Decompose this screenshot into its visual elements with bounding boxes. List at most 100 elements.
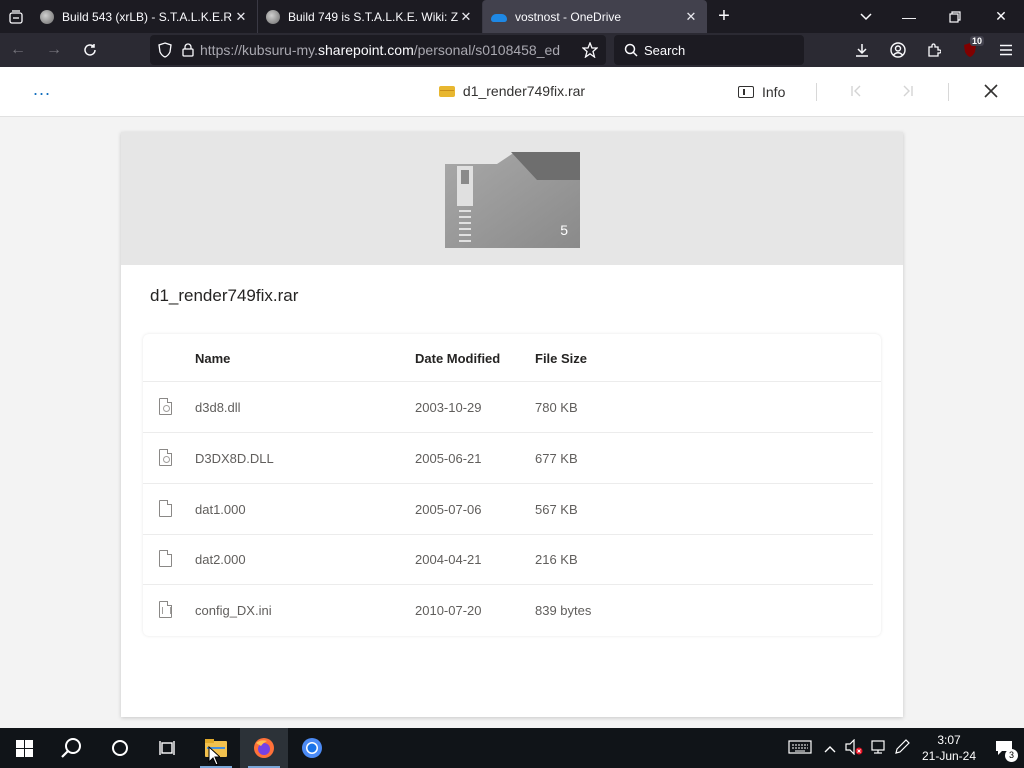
url-text: https://kubsuru-my.sharepoint.com/person…	[200, 42, 582, 58]
archive-item-count: 5	[560, 222, 568, 238]
close-icon	[984, 84, 998, 98]
url-domain: sharepoint.com	[318, 42, 414, 58]
browser-tab-strip: Build 543 (xrLB) - S.T.A.L.K.E.R. Wiki ✕…	[0, 0, 1024, 33]
download-icon	[856, 44, 868, 57]
notification-count-badge: 3	[1005, 749, 1018, 762]
touch-keyboard-icon	[788, 739, 812, 754]
reload-button[interactable]	[72, 33, 108, 67]
url-prefix: https://kubsuru-my.	[200, 42, 319, 58]
generic-file-icon	[159, 550, 172, 567]
browser-tab-2[interactable]: Build 749 is S.T.A.L.K.E. Wiki: Zone ✕	[257, 0, 482, 33]
viewer-file-title: d1_render749fix.rar	[0, 83, 1024, 99]
cortana-button[interactable]	[96, 728, 144, 768]
browser-tab-1[interactable]: Build 543 (xrLB) - S.T.A.L.K.E.R. Wiki ✕	[32, 0, 257, 33]
taskbar-clock[interactable]: 3:07 21-Jun-24	[914, 732, 984, 764]
firefox-icon	[254, 738, 274, 758]
close-viewer-button[interactable]	[980, 80, 1002, 104]
divider	[948, 83, 949, 101]
table-row[interactable]: D3DX8D.DLL 2005-06-21 677 KB	[143, 434, 873, 484]
stalker-wiki-favicon-icon	[266, 9, 280, 24]
shield-icon	[158, 42, 172, 58]
taskbar-search-button[interactable]	[48, 728, 96, 768]
puzzle-icon	[928, 43, 941, 57]
file-name: d3d8.dll	[195, 400, 241, 415]
search-bar[interactable]: Search	[614, 35, 804, 65]
task-view-button[interactable]	[144, 728, 192, 768]
file-date: 2010-07-20	[415, 603, 482, 618]
hamburger-menu-icon	[1000, 44, 1012, 56]
tab-title: Build 543 (xrLB) - S.T.A.L.K.E.R. Wiki	[62, 9, 233, 24]
file-name: D3DX8D.DLL	[195, 451, 274, 466]
previous-file-button[interactable]	[846, 81, 868, 103]
generic-file-icon	[159, 500, 172, 517]
dll-file-icon	[159, 449, 172, 466]
action-center-button[interactable]: 3	[984, 728, 1024, 768]
column-header-name[interactable]: Name	[195, 351, 230, 366]
table-row[interactable]: d3d8.dll 2003-10-29 780 KB	[143, 383, 873, 433]
table-row[interactable]: dat1.000 2005-07-06 567 KB	[143, 485, 873, 535]
chromium-icon	[302, 738, 322, 758]
file-name: dat2.000	[195, 552, 246, 567]
file-name: config_DX.ini	[195, 603, 272, 618]
search-icon	[61, 738, 81, 758]
close-tab-icon[interactable]: ✕	[233, 9, 249, 25]
restore-window-button[interactable]	[932, 0, 978, 33]
minimize-window-button[interactable]: —	[886, 0, 932, 33]
table-row[interactable]: config_DX.ini 2010-07-20 839 bytes	[143, 586, 873, 636]
network-tray-button[interactable]	[866, 739, 890, 758]
volume-tray-button[interactable]	[842, 738, 866, 758]
tab-list-icon	[9, 9, 23, 24]
table-row[interactable]: dat2.000 2004-04-21 216 KB	[143, 535, 873, 585]
minimize-icon: —	[902, 8, 916, 25]
list-all-tabs-button[interactable]	[846, 0, 886, 33]
back-button[interactable]: ←	[0, 33, 36, 67]
tab-list-button[interactable]	[0, 0, 32, 33]
browser-nav-bar: ← → https://kubsuru-my.sharepoint.com/pe…	[0, 33, 1024, 67]
arrow-left-icon: ←	[10, 41, 26, 58]
chevron-up-icon	[824, 745, 836, 752]
forward-button[interactable]: →	[36, 33, 72, 67]
next-icon	[903, 85, 913, 97]
address-bar[interactable]: https://kubsuru-my.sharepoint.com/person…	[150, 35, 606, 65]
file-size: 677 KB	[535, 451, 578, 466]
plus-icon: +	[718, 5, 730, 27]
zip-archive-thumbnail: 5	[445, 152, 580, 248]
extensions-button[interactable]	[916, 33, 952, 67]
info-button[interactable]: Info	[738, 82, 785, 102]
keyboard-tray-button[interactable]	[782, 739, 818, 757]
dll-file-icon	[159, 398, 172, 415]
tab-title: Build 749 is S.T.A.L.K.E. Wiki: Zone	[288, 9, 458, 24]
clock-time: 3:07	[937, 733, 961, 747]
app-menu-button[interactable]	[988, 33, 1024, 67]
file-size: 780 KB	[535, 400, 578, 415]
close-tab-icon[interactable]: ✕	[458, 9, 474, 25]
cortana-ring-icon	[112, 740, 128, 756]
next-file-button[interactable]	[896, 81, 918, 103]
chromium-taskbar-button[interactable]	[288, 728, 336, 768]
zip-folder-icon	[438, 86, 455, 97]
downloads-button[interactable]	[844, 33, 880, 67]
divider	[816, 83, 817, 101]
file-date: 2005-06-21	[415, 451, 482, 466]
firefox-taskbar-button[interactable]	[240, 728, 288, 768]
archive-title: d1_render749fix.rar	[150, 286, 299, 305]
column-header-file-size[interactable]: File Size	[535, 351, 587, 366]
bookmark-star-icon[interactable]	[582, 42, 598, 58]
browser-tab-3[interactable]: vostnost - OneDrive ✕	[482, 0, 707, 33]
show-hidden-icons-button[interactable]	[818, 741, 842, 756]
info-label: Info	[762, 84, 786, 100]
close-tab-icon[interactable]: ✕	[683, 9, 699, 25]
file-date: 2005-07-06	[415, 502, 482, 517]
start-button[interactable]	[0, 728, 48, 768]
restore-icon	[949, 10, 961, 23]
account-button[interactable]	[880, 33, 916, 67]
ublock-extension-button[interactable]: 10	[952, 33, 988, 67]
file-size: 216 KB	[535, 552, 578, 567]
network-ethernet-icon	[871, 739, 885, 754]
close-window-button[interactable]: ✕	[978, 0, 1024, 33]
column-header-date-modified[interactable]: Date Modified	[415, 351, 500, 366]
pen-tray-button[interactable]	[890, 738, 914, 758]
extension-count-badge: 10	[969, 36, 984, 46]
info-panel-icon	[738, 86, 754, 98]
new-tab-button[interactable]: +	[707, 0, 741, 33]
